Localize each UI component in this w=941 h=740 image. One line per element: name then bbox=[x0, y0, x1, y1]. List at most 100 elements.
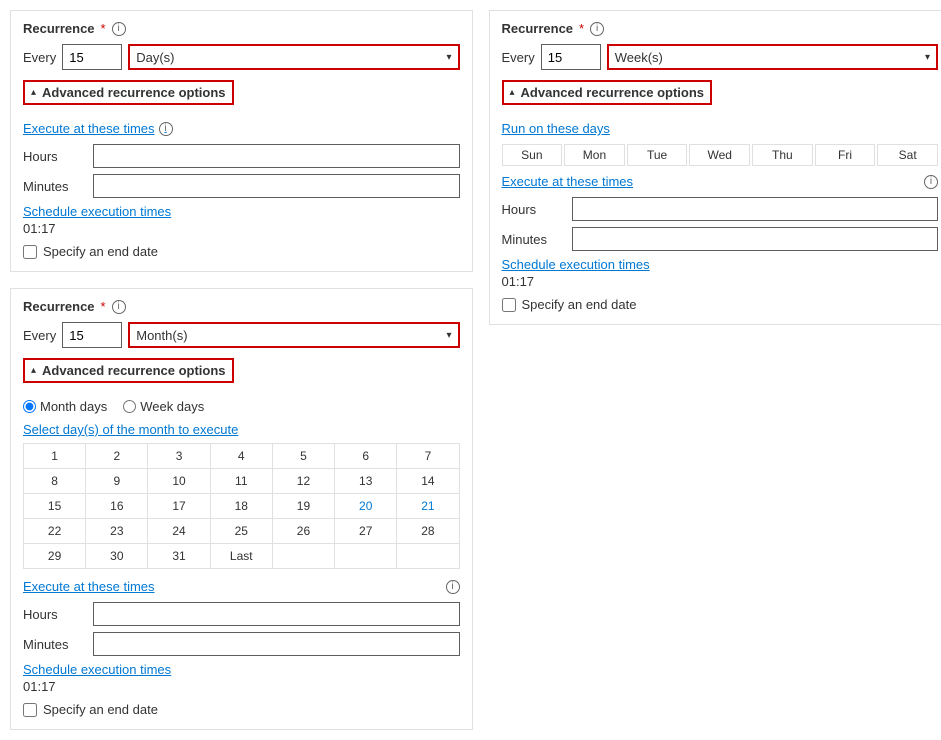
day-cell-thu[interactable]: Thu bbox=[752, 144, 813, 166]
week-unit-label: Week(s) bbox=[615, 50, 663, 65]
cal-cell[interactable]: 21 bbox=[397, 494, 458, 519]
cal-cell[interactable]: 11 bbox=[211, 469, 273, 494]
day-cell-wed[interactable]: Wed bbox=[689, 144, 750, 166]
month-days-radio[interactable] bbox=[23, 400, 36, 413]
day-hours-row: Hours bbox=[23, 144, 460, 168]
day-advanced-label: Advanced recurrence options bbox=[42, 85, 226, 100]
run-on-days-link[interactable]: Run on these days bbox=[502, 121, 939, 136]
week-recurrence-block: Recurrence * i Every Week(s) ▾ ▴ Advance… bbox=[489, 10, 941, 325]
cal-cell[interactable]: 10 bbox=[148, 469, 210, 494]
week-schedule-time: 01:17 bbox=[502, 274, 939, 289]
day-advanced-toggle[interactable]: ▴ Advanced recurrence options bbox=[23, 80, 234, 105]
week-advanced-section: ▴ Advanced recurrence options Run on the… bbox=[502, 80, 939, 312]
cal-cell[interactable]: Last bbox=[211, 544, 273, 568]
cal-cell[interactable]: 30 bbox=[86, 544, 148, 568]
day-end-date-label: Specify an end date bbox=[43, 244, 158, 259]
day-every-input[interactable] bbox=[62, 44, 122, 70]
month-hours-input[interactable] bbox=[93, 602, 460, 626]
month-every-input[interactable] bbox=[62, 322, 122, 348]
cal-cell[interactable]: 7 bbox=[397, 444, 458, 469]
cal-cell[interactable]: 14 bbox=[397, 469, 458, 494]
day-schedule-time: 01:17 bbox=[23, 221, 460, 236]
cal-cell[interactable]: 4 bbox=[211, 444, 273, 469]
cal-cell bbox=[273, 544, 335, 568]
day-cell-sat[interactable]: Sat bbox=[877, 144, 938, 166]
week-recurrence-header: Recurrence * i bbox=[502, 21, 939, 36]
month-minutes-row: Minutes bbox=[23, 632, 460, 656]
day-info-icon[interactable]: i bbox=[112, 22, 126, 36]
week-end-date-label: Specify an end date bbox=[522, 297, 637, 312]
day-minutes-input[interactable] bbox=[93, 174, 460, 198]
week-every-row: Every Week(s) ▾ bbox=[502, 44, 939, 70]
week-execute-info-icon[interactable]: i bbox=[924, 175, 938, 189]
month-execute-header: Execute at these times i bbox=[23, 579, 460, 594]
day-cell-mon[interactable]: Mon bbox=[564, 144, 625, 166]
cal-cell[interactable]: 8 bbox=[24, 469, 86, 494]
week-schedule-link[interactable]: Schedule execution times bbox=[502, 257, 939, 272]
cal-cell[interactable]: 12 bbox=[273, 469, 335, 494]
cal-cell[interactable]: 27 bbox=[335, 519, 397, 544]
month-execute-info-icon[interactable]: i bbox=[446, 580, 460, 594]
month-days-radio-option[interactable]: Month days bbox=[23, 399, 107, 414]
week-hours-input[interactable] bbox=[572, 197, 939, 221]
cal-cell[interactable]: 24 bbox=[148, 519, 210, 544]
cal-cell[interactable]: 15 bbox=[24, 494, 86, 519]
month-advanced-toggle[interactable]: ▴ Advanced recurrence options bbox=[23, 358, 234, 383]
week-advanced-label: Advanced recurrence options bbox=[521, 85, 705, 100]
week-required-star: * bbox=[579, 21, 584, 36]
cal-cell[interactable]: 1 bbox=[24, 444, 86, 469]
month-execute-link[interactable]: Execute at these times bbox=[23, 579, 155, 594]
month-dropdown-arrow: ▾ bbox=[446, 330, 451, 341]
cal-cell[interactable]: 3 bbox=[148, 444, 210, 469]
week-execute-link[interactable]: Execute at these times bbox=[502, 174, 634, 189]
cal-cell[interactable]: 9 bbox=[86, 469, 148, 494]
cal-cell[interactable]: 28 bbox=[397, 519, 458, 544]
month-info-icon[interactable]: i bbox=[112, 300, 126, 314]
cal-cell[interactable]: 29 bbox=[24, 544, 86, 568]
week-advanced-toggle[interactable]: ▴ Advanced recurrence options bbox=[502, 80, 713, 105]
cal-cell[interactable]: 18 bbox=[211, 494, 273, 519]
day-unit-dropdown[interactable]: Day(s) ▾ bbox=[128, 44, 459, 70]
cal-cell[interactable]: 22 bbox=[24, 519, 86, 544]
cal-cell[interactable]: 25 bbox=[211, 519, 273, 544]
week-days-radio[interactable] bbox=[123, 400, 136, 413]
select-days-link[interactable]: Select day(s) of the month to execute bbox=[23, 422, 460, 437]
month-every-label: Every bbox=[23, 328, 56, 343]
week-minutes-input[interactable] bbox=[572, 227, 939, 251]
week-unit-dropdown[interactable]: Week(s) ▾ bbox=[607, 44, 938, 70]
day-execute-info-icon[interactable]: i bbox=[159, 122, 173, 136]
cal-cell[interactable]: 20 bbox=[335, 494, 397, 519]
week-minutes-label: Minutes bbox=[502, 232, 572, 247]
day-hours-input[interactable] bbox=[93, 144, 460, 168]
day-cell-tue[interactable]: Tue bbox=[627, 144, 688, 166]
month-minutes-input[interactable] bbox=[93, 632, 460, 656]
cal-cell[interactable]: 31 bbox=[148, 544, 210, 568]
cal-cell[interactable]: 13 bbox=[335, 469, 397, 494]
cal-cell[interactable]: 26 bbox=[273, 519, 335, 544]
cal-cell[interactable]: 23 bbox=[86, 519, 148, 544]
week-every-input[interactable] bbox=[541, 44, 601, 70]
day-cell-fri[interactable]: Fri bbox=[815, 144, 876, 166]
month-unit-dropdown[interactable]: Month(s) ▾ bbox=[128, 322, 459, 348]
month-schedule-link[interactable]: Schedule execution times bbox=[23, 662, 460, 677]
week-days-radio-option[interactable]: Week days bbox=[123, 399, 204, 414]
day-end-date-checkbox[interactable] bbox=[23, 245, 37, 259]
day-schedule-link[interactable]: Schedule execution times bbox=[23, 204, 460, 219]
week-info-icon[interactable]: i bbox=[590, 22, 604, 36]
day-end-date-row: Specify an end date bbox=[23, 244, 460, 259]
cal-cell[interactable]: 17 bbox=[148, 494, 210, 519]
cal-cell[interactable]: 5 bbox=[273, 444, 335, 469]
cal-cell[interactable]: 6 bbox=[335, 444, 397, 469]
month-advanced-arrow: ▴ bbox=[31, 365, 36, 376]
month-end-date-checkbox[interactable] bbox=[23, 703, 37, 717]
week-end-date-checkbox[interactable] bbox=[502, 298, 516, 312]
cal-cell[interactable]: 19 bbox=[273, 494, 335, 519]
cal-cell[interactable]: 2 bbox=[86, 444, 148, 469]
right-panel: Recurrence * i Every Week(s) ▾ ▴ Advance… bbox=[489, 10, 941, 730]
month-recurrence-header: Recurrence * i bbox=[23, 299, 460, 314]
cal-cell[interactable]: 16 bbox=[86, 494, 148, 519]
day-execute-link[interactable]: Execute at these times i bbox=[23, 121, 460, 136]
day-every-label: Every bbox=[23, 50, 56, 65]
day-cell-sun[interactable]: Sun bbox=[502, 144, 563, 166]
week-dropdown-arrow: ▾ bbox=[925, 52, 930, 63]
